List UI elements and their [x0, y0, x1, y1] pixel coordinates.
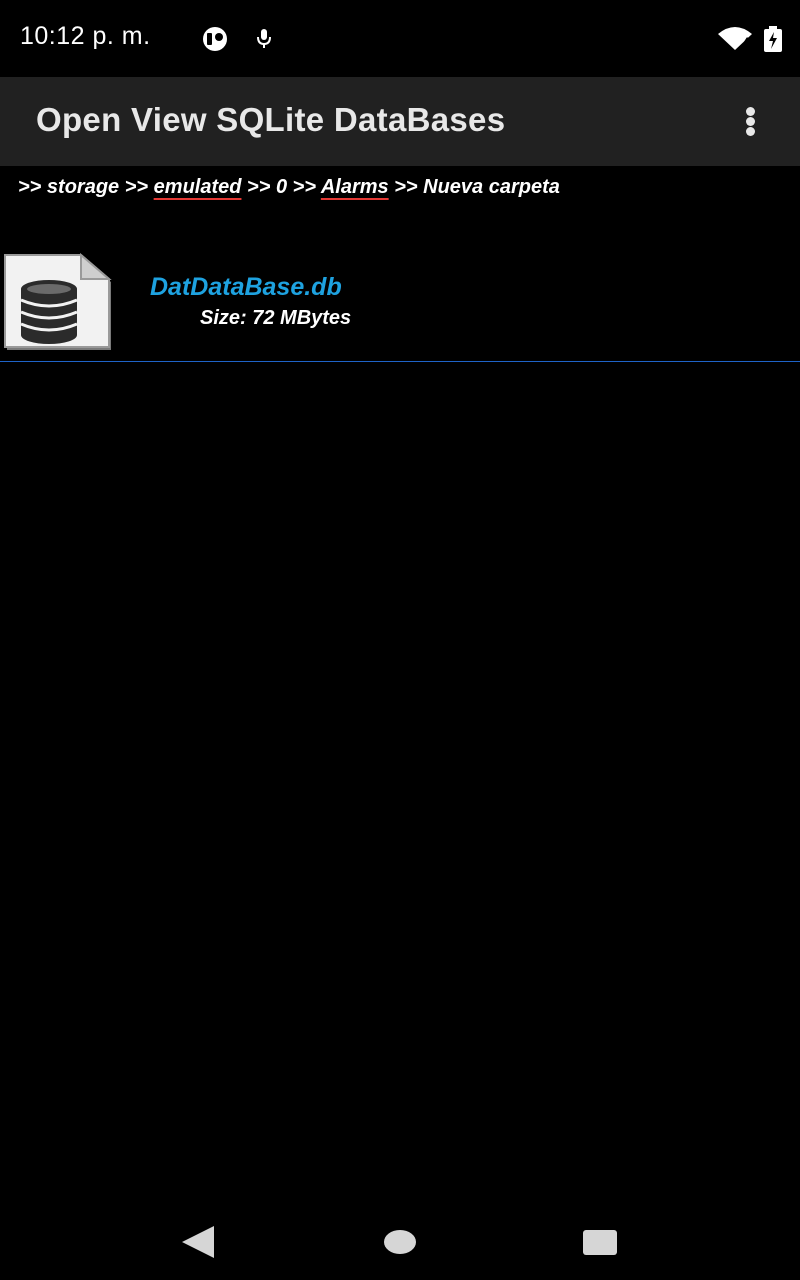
breadcrumb-item-emulated[interactable]: emulated [154, 176, 242, 198]
navigation-bar [0, 1200, 800, 1280]
home-icon[interactable] [378, 1222, 422, 1262]
app-bar: Open View SQLite DataBases [0, 77, 800, 166]
breadcrumb-separator: >> [247, 176, 271, 198]
breadcrumb-separator: >> [18, 176, 42, 198]
breadcrumb-separator: >> [292, 176, 316, 198]
file-name: DatDataBase.db [150, 273, 342, 301]
database-file-icon [4, 252, 112, 350]
breadcrumb: >> storage >> emulated >> 0 >> Alarms >>… [18, 176, 560, 199]
breadcrumb-separator: >> [394, 176, 418, 198]
breadcrumb-separator: >> [124, 176, 149, 198]
app-title: Open View SQLite DataBases [36, 101, 506, 138]
microphone-icon [257, 29, 271, 48]
file-size: Size: 72 MBytes [200, 307, 352, 329]
overflow-menu-icon[interactable] [730, 97, 772, 145]
status-bar: 10:12 p. m. 4 [0, 0, 800, 77]
recents-icon[interactable] [578, 1222, 622, 1262]
battery-charging-icon [764, 26, 782, 52]
notification-app-icon [203, 27, 227, 51]
wifi-badge: 4 [743, 35, 750, 49]
status-time: 10:12 p. m. [20, 22, 151, 50]
list-divider [0, 361, 800, 362]
breadcrumb-item-nueva-carpeta[interactable]: Nueva carpeta [423, 176, 560, 198]
back-icon[interactable] [178, 1222, 222, 1262]
wifi-icon: 4 [718, 27, 752, 50]
file-list-item[interactable]: DatDataBase.db Size: 72 MBytes [0, 245, 800, 361]
breadcrumb-item-0[interactable]: 0 [276, 176, 287, 198]
breadcrumb-item-alarms[interactable]: Alarms [321, 176, 389, 198]
breadcrumb-item-storage[interactable]: storage [47, 176, 119, 198]
